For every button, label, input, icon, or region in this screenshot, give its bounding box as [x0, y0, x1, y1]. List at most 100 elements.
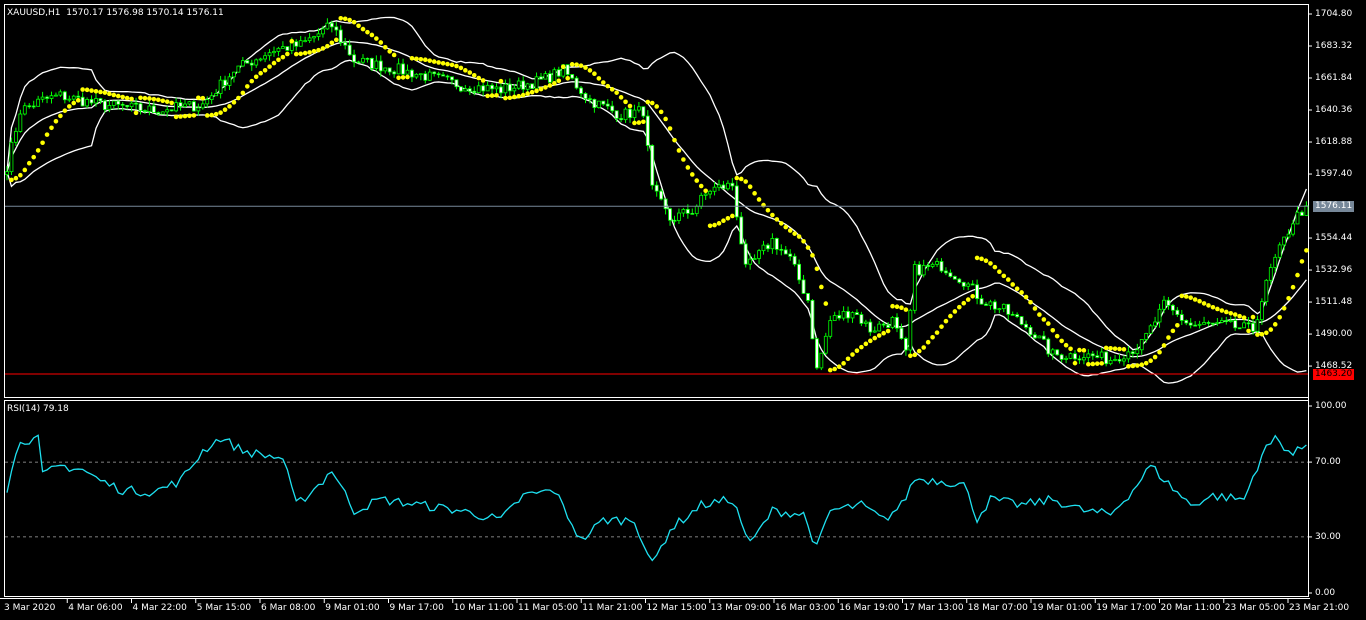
sar-dot — [974, 255, 980, 261]
candle-body — [481, 85, 486, 92]
sar-dot — [890, 303, 895, 309]
candle-body — [383, 67, 388, 72]
candle-body — [534, 76, 539, 90]
candle-body — [1273, 256, 1278, 268]
candle-body — [445, 75, 450, 78]
price-axis-label: 1554.44 — [1315, 233, 1353, 244]
candle-body — [993, 301, 997, 310]
sar-dot — [1072, 360, 1078, 366]
sar-dot — [53, 118, 59, 124]
candle-body — [1099, 351, 1104, 358]
time-axis-label: 18 Mar 07:00 — [967, 603, 1028, 613]
candle-body — [1046, 338, 1051, 355]
sar-dot — [734, 175, 740, 181]
sar-dot — [1299, 259, 1305, 264]
candle-body — [1184, 320, 1189, 324]
candle-body — [156, 112, 161, 115]
candle-body — [432, 71, 437, 75]
rsi-name: RSI(14) — [7, 404, 41, 414]
candle-body — [129, 102, 134, 108]
time-axis-label: 4 Mar 22:00 — [132, 603, 187, 613]
time-axis-label: 23 Mar 05:00 — [1224, 603, 1285, 613]
candle-body — [13, 131, 18, 143]
sar-dot — [489, 93, 495, 98]
sar-dot — [40, 140, 45, 146]
candle-body — [71, 95, 76, 100]
candle-body — [1055, 349, 1060, 356]
sar-dot — [44, 132, 50, 137]
sar-dot — [338, 15, 344, 21]
low-value: 1570.14 — [146, 8, 184, 18]
time-axis-label: 3 Mar 2020 — [4, 603, 56, 613]
sar-dot — [876, 333, 882, 338]
sar-dot — [436, 60, 441, 65]
candle-body — [94, 98, 98, 104]
candle-body — [507, 83, 512, 92]
sar-dot — [245, 84, 250, 89]
sar-dot — [1090, 361, 1096, 367]
sar-dot — [347, 17, 352, 23]
candle-body — [1255, 319, 1260, 332]
candle-body — [183, 103, 187, 108]
candle-body — [1024, 323, 1028, 328]
sar-dot — [26, 160, 32, 166]
sar-dot — [672, 137, 677, 143]
sar-dot — [694, 178, 700, 183]
sar-dot — [1046, 321, 1051, 326]
candle-body — [1050, 349, 1055, 355]
sar-dot — [67, 104, 72, 109]
sar-dot — [543, 85, 548, 90]
candle-body — [788, 253, 793, 257]
sar-dot — [609, 87, 615, 92]
rsi-axis-label: 70.00 — [1315, 457, 1341, 468]
sar-dot — [712, 222, 717, 228]
candle-body — [975, 284, 979, 300]
candle-body — [107, 105, 112, 110]
time-axis-label: 13 Mar 09:00 — [710, 603, 771, 613]
sar-dot — [391, 52, 397, 58]
candle-body — [721, 184, 726, 190]
sar-dot — [222, 107, 228, 113]
time-axis-label: 10 Mar 11:00 — [453, 603, 514, 613]
candle-body — [1304, 205, 1309, 216]
time-axis-label: 5 Mar 15:00 — [196, 603, 252, 613]
candle-body — [752, 258, 757, 260]
sar-dot — [1117, 346, 1122, 352]
sar-dot — [1255, 332, 1260, 337]
candle-body — [503, 83, 508, 94]
sar-dot — [454, 63, 459, 69]
candle-body — [1251, 322, 1255, 332]
sar-dot — [983, 258, 989, 263]
sar-dot — [1272, 322, 1278, 327]
candle-body — [98, 98, 103, 102]
candle-body — [1242, 322, 1246, 329]
candle-body — [494, 86, 499, 90]
candle-body — [1041, 335, 1046, 340]
sar-dot — [418, 56, 424, 62]
candle-body — [699, 194, 704, 207]
sar-dot — [409, 56, 415, 61]
sar-dot — [1094, 361, 1100, 366]
price-axis-label: 1704.80 — [1315, 9, 1353, 19]
sar-dot — [703, 188, 708, 194]
chart-header: XAUUSD,H1 1570.17 1576.98 1570.14 1576.1… — [7, 8, 224, 19]
price-chart[interactable] — [0, 0, 1366, 620]
price-axis-label: 1490.00 — [1315, 329, 1353, 340]
candle-body — [329, 22, 334, 28]
candle-body — [1059, 354, 1064, 360]
sar-dot — [440, 60, 446, 66]
sar-dot — [1175, 322, 1180, 328]
candle-body — [138, 103, 143, 111]
candle-body — [659, 190, 664, 200]
sar-dot — [903, 307, 909, 312]
sar-dot — [400, 75, 406, 80]
candle-body — [663, 198, 668, 210]
candle-body — [240, 60, 245, 67]
sar-dot — [796, 234, 802, 239]
sar-dot — [93, 88, 99, 94]
candle-body — [641, 106, 646, 117]
sar-dot — [258, 70, 263, 76]
candle-body — [579, 87, 583, 94]
candle-body — [454, 79, 459, 88]
sar-dot — [293, 51, 299, 57]
